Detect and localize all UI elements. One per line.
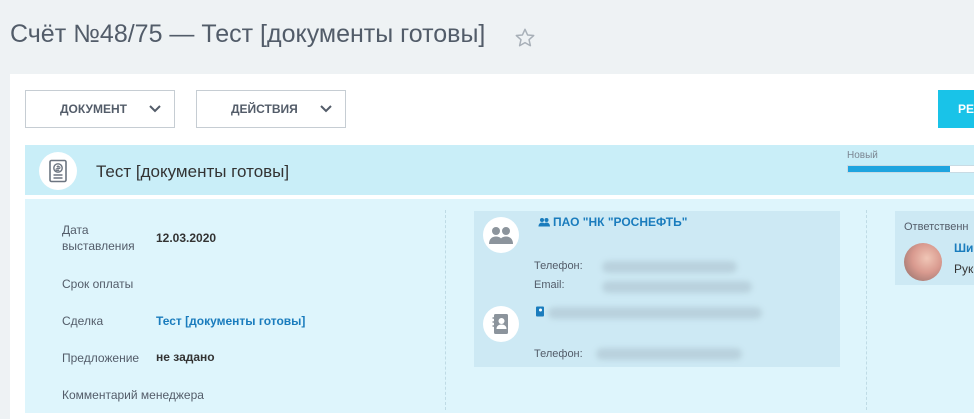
company-phone-value[interactable] (602, 261, 737, 273)
contact-book-icon (483, 306, 519, 342)
actions-dropdown-label: ДЕЙСТВИЯ (231, 102, 298, 116)
responsible-label: Ответственн (904, 221, 969, 233)
page-title: Счёт №48/75 — Тест [документы готовы] (10, 20, 486, 48)
company-phone-label: Телефон: (534, 260, 583, 272)
manager-comment-label: Комментарий менеджера (62, 388, 204, 402)
contact-phone-value[interactable] (596, 348, 742, 360)
contact-phone-label: Телефон: (534, 348, 583, 360)
edit-button[interactable]: РЕ (938, 90, 974, 128)
contact-name-link[interactable] (548, 307, 762, 319)
actions-dropdown-button[interactable]: ДЕЙСТВИЯ (196, 90, 346, 128)
avatar[interactable] (904, 243, 942, 281)
company-small-icon (538, 218, 550, 227)
due-date-label: Срок оплаты (62, 277, 134, 291)
deal-label: Сделка (62, 314, 104, 328)
status-progress-fill (848, 166, 951, 172)
responsible-box: Ответственн Ши Рук (895, 211, 974, 285)
column-divider (866, 210, 867, 410)
contact-small-icon (536, 306, 544, 317)
invoice-title: Тест [документы готовы] (96, 162, 290, 181)
status-progress-bar[interactable] (847, 165, 974, 173)
responsible-name-link[interactable]: Ши (954, 241, 973, 255)
column-divider (445, 210, 446, 410)
deal-link[interactable]: Тест [документы готовы] (156, 314, 305, 328)
invoice-header-bar: Тест [документы готовы] Новый (25, 145, 974, 197)
date-label: Дата выставления (62, 223, 135, 253)
document-dropdown-label: ДОКУМЕНТ (60, 102, 127, 116)
date-value: 12.03.2020 (156, 231, 217, 245)
document-dropdown-button[interactable]: ДОКУМЕНТ (25, 90, 175, 128)
company-email-label: Email: (534, 279, 565, 291)
responsible-position: Рук (954, 262, 974, 276)
offer-label: Предложение (62, 351, 140, 365)
company-link[interactable]: ПАО "НК "РОСНЕФТЬ" (553, 215, 687, 229)
company-group-icon (483, 217, 519, 253)
status-label: Новый (847, 150, 878, 161)
company-email-value[interactable] (602, 281, 752, 293)
offer-value: не задано (156, 350, 215, 364)
star-icon[interactable] (514, 27, 536, 49)
chevron-down-icon (320, 105, 332, 113)
invoice-document-icon (39, 152, 77, 190)
chevron-down-icon (149, 105, 161, 113)
